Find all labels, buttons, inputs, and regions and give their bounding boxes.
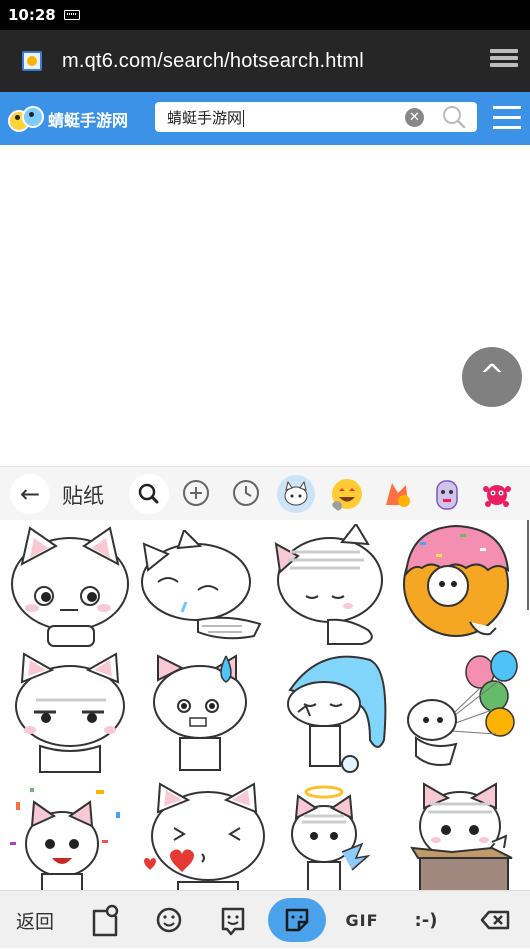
back-to-top-button[interactable]: ^ — [462, 347, 522, 407]
sticker-cat-hearts-kiss[interactable] — [144, 782, 270, 890]
sticker-cat-balloons[interactable] — [396, 650, 522, 776]
gif-tab[interactable]: GIF — [340, 891, 384, 949]
status-bar: 10:28 — [0, 0, 530, 30]
sticker-cat-halo[interactable] — [286, 782, 412, 890]
search-input-value: 蜻蜓手游网 — [167, 109, 245, 127]
sticker-cat-in-donut[interactable] — [400, 524, 526, 650]
logo-text: 蜻蜓手游网 — [48, 110, 129, 130]
sticker-tab-active[interactable] — [268, 898, 326, 942]
dancing-character-pack-icon[interactable] — [378, 475, 416, 513]
emoticon-tab[interactable]: :-) — [402, 891, 450, 949]
dragonfly-logo-icon — [6, 104, 44, 134]
site-favicon-icon — [22, 51, 42, 71]
backspace-icon[interactable] — [480, 891, 510, 949]
return-button[interactable]: 返回 — [10, 891, 60, 949]
sticker-cat-lying-crying[interactable] — [138, 530, 264, 656]
site-logo[interactable]: 蜻蜓手游网 — [6, 104, 128, 134]
clear-search-button[interactable]: ✕ — [405, 108, 424, 127]
sticker-cat-sad-kneeling[interactable] — [272, 524, 398, 650]
browser-address-bar: m.qt6.com/search/hotsearch.html — [0, 30, 530, 92]
url-text[interactable]: m.qt6.com/search/hotsearch.html — [62, 50, 364, 73]
sticker-cat-confetti[interactable] — [6, 782, 132, 890]
keyboard-icon — [63, 10, 80, 20]
grid-scrollbar[interactable] — [527, 520, 529, 610]
cat-sticker-pack-icon[interactable] — [277, 475, 315, 513]
tabs-menu-icon[interactable] — [490, 49, 518, 73]
search-icon[interactable] — [441, 105, 467, 129]
red-monster-pack-icon[interactable] — [478, 475, 516, 513]
sticker-panel-title: 贴纸 — [62, 484, 104, 508]
sticker-icon — [285, 908, 309, 932]
recent-clock-icon[interactable] — [232, 479, 260, 507]
smile-emoji-pack-icon[interactable] — [328, 475, 366, 513]
sticker-edit-icon[interactable] — [88, 891, 122, 949]
sticker-cat-in-box[interactable] — [408, 782, 530, 890]
sticker-grid — [0, 520, 530, 890]
search-input[interactable]: 蜻蜓手游网 ✕ — [155, 102, 477, 132]
sticker-search-button[interactable] — [129, 474, 169, 514]
hamburger-menu-icon[interactable] — [493, 106, 521, 130]
keyboard-bottom-toolbar: 返回 GIF :-) — [0, 890, 530, 948]
custom-emoji-icon[interactable] — [218, 891, 248, 949]
back-arrow-icon[interactable]: ← — [10, 474, 50, 514]
status-time: 10:28 — [8, 6, 56, 24]
sticker-cat-nightcap[interactable] — [280, 650, 406, 776]
search-icon — [138, 483, 159, 504]
purple-character-pack-icon[interactable] — [428, 475, 466, 513]
sticker-cat-annoyed[interactable] — [10, 650, 136, 776]
add-icon[interactable] — [182, 479, 210, 507]
sticker-cat-sweating[interactable] — [146, 650, 272, 776]
sticker-category-bar: ← 贴纸 — [0, 466, 530, 520]
emoji-smile-icon[interactable] — [154, 891, 184, 949]
sticker-cat-sitting[interactable] — [8, 524, 134, 650]
